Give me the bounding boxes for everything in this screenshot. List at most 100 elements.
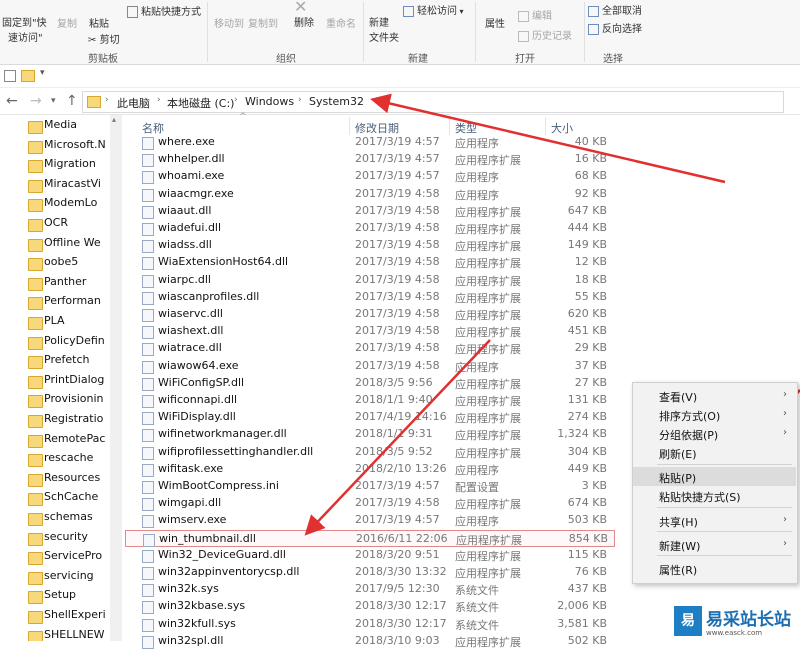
file-name: wificonnapi.dll xyxy=(158,393,238,406)
file-row[interactable]: WiFiDisplay.dll 2017/4/19 14:16 应用程序扩展 274 … xyxy=(125,409,615,426)
file-row[interactable]: WiFiConfigSP.dll 2018/3/5 9:56 应用程序扩展 27 KB xyxy=(125,375,615,392)
folder-icon[interactable] xyxy=(21,70,35,82)
move-to-button[interactable]: 移动到 xyxy=(214,15,244,30)
file-row[interactable]: wiaaut.dll 2017/3/19 4:58 应用程序扩展 647 KB xyxy=(125,203,615,220)
file-size: 1,324 KB xyxy=(557,427,607,441)
file-row[interactable]: wifiprofilessettinghandler.dll 2018/3/5 9… xyxy=(125,444,615,461)
file-type: 应用程序扩展 xyxy=(455,154,521,168)
menu-item-refresh[interactable]: 刷新(E) xyxy=(659,446,697,462)
file-row[interactable]: win32spl.dll 2018/3/10 9:03 应用程序扩展 502 KB xyxy=(125,633,615,650)
file-row[interactable]: wiadss.dll 2017/3/19 4:58 应用程序扩展 149 KB xyxy=(125,237,615,254)
file-icon xyxy=(142,274,154,288)
file-row[interactable]: Win32_DeviceGuard.dll 2018/3/20 9:51 应用程序扩… xyxy=(125,547,615,564)
scroll-up-icon[interactable]: ▴ xyxy=(112,115,116,124)
address-box[interactable]: › 此电脑 › 本地磁盘 (C:) › Windows › System32 xyxy=(82,91,784,113)
copy-to-button[interactable]: 复制到 xyxy=(248,15,278,30)
select-all-button[interactable]: 全部取消 xyxy=(588,2,642,17)
file-row[interactable]: win32appinventorycsp.dll 2018/3/30 13:32 应… xyxy=(125,564,615,581)
menu-item-paste[interactable]: 粘贴(P) xyxy=(633,467,796,486)
chevron-down-icon[interactable]: ▾ xyxy=(40,68,45,78)
folder-icon xyxy=(28,356,43,370)
file-icon xyxy=(142,481,154,494)
menu-item-properties[interactable]: 属性(R) xyxy=(659,562,697,578)
folder-icon xyxy=(28,493,43,507)
watermark-logo: 易 xyxy=(674,606,702,636)
chevron-down-icon[interactable]: ▾ xyxy=(51,96,56,106)
file-row[interactable]: wifitask.exe 2018/2/10 13:26 应用程序 449 KB xyxy=(125,461,615,478)
file-row[interactable]: wiaservc.dll 2017/3/19 4:58 应用程序扩展 620 KB xyxy=(125,306,615,323)
file-date: 2017/3/19 4:58 xyxy=(355,341,440,355)
chevron-right-icon: › xyxy=(783,408,787,419)
file-type: 应用程序扩展 xyxy=(455,635,521,649)
file-row[interactable]: wiatrace.dll 2017/3/19 4:58 应用程序扩展 29 KB xyxy=(125,340,615,357)
menu-item-new[interactable]: 新建(W) xyxy=(659,538,700,554)
file-row[interactable]: wiaacmgr.exe 2017/3/19 4:58 应用程序 92 KB xyxy=(125,186,615,203)
folder-icon xyxy=(28,140,43,154)
paste-shortcut-button[interactable]: 粘贴快捷方式 xyxy=(127,3,201,18)
file-row[interactable]: wiawow64.exe 2017/3/19 4:58 应用程序 37 KB xyxy=(125,358,615,375)
file-row[interactable]: wiascanprofiles.dll 2017/3/19 4:58 应用程序扩展 5… xyxy=(125,289,615,306)
paste-button[interactable]: 粘贴 xyxy=(89,15,109,30)
cut-button[interactable]: ✂ 剪切 xyxy=(88,31,120,46)
pin-quick-access-button[interactable]: 固定到"快 速访问" xyxy=(2,14,47,44)
checkbox-icon[interactable] xyxy=(4,70,16,82)
breadcrumb-system32[interactable]: System32 xyxy=(309,95,364,108)
divider xyxy=(545,117,546,135)
file-row[interactable]: WimBootCompress.ini 2017/3/19 4:57 配置设置 3 K… xyxy=(125,478,615,495)
folder-icon xyxy=(28,219,43,232)
file-row[interactable]: wiadefui.dll 2017/3/19 4:58 应用程序扩展 444 KB xyxy=(125,220,615,237)
file-row[interactable]: win32kbase.sys 2018/3/30 12:17 系统文件 2,006 K… xyxy=(125,598,615,615)
file-type: 配置设置 xyxy=(455,481,499,494)
file-row[interactable]: WiaExtensionHost64.dll 2017/3/19 4:58 应用程序… xyxy=(125,254,615,271)
file-row[interactable]: wifinetworkmanager.dll 2018/1/1 9:31 应用程序扩… xyxy=(125,426,615,443)
invert-selection-button[interactable]: 反向选择 xyxy=(588,20,642,35)
file-row[interactable]: win32kfull.sys 2018/3/30 12:17 系统文件 3,581 K… xyxy=(125,616,615,633)
menu-item-paste-shortcut[interactable]: 粘贴快捷方式(S) xyxy=(659,489,741,505)
divider xyxy=(475,2,476,62)
folder-icon xyxy=(28,552,43,566)
file-row[interactable]: wimgapi.dll 2017/3/19 4:58 应用程序扩展 674 KB xyxy=(125,495,615,512)
copy-button[interactable]: 复制 xyxy=(57,15,77,30)
divider xyxy=(657,464,792,465)
file-type: 应用程序 xyxy=(455,463,499,477)
breadcrumb-windows[interactable]: Windows xyxy=(245,95,294,108)
file-row[interactable]: where.exe 2017/3/19 4:57 应用程序 40 KB xyxy=(125,134,615,151)
menu-item-group[interactable]: 分组依据(P) xyxy=(659,427,718,443)
file-row[interactable]: win32k.sys 2017/9/5 12:30 系统文件 437 KB xyxy=(125,581,615,598)
rename-button[interactable]: 重命名 xyxy=(326,15,356,30)
history-button[interactable]: 历史记录 xyxy=(518,27,572,42)
menu-item-sort[interactable]: 排序方式(O) xyxy=(659,408,720,424)
menu-item-view[interactable]: 查看(V) xyxy=(659,389,697,405)
file-date: 2017/3/19 4:58 xyxy=(355,255,440,269)
new-folder-button[interactable]: 新建 文件夹 xyxy=(369,14,399,44)
divider xyxy=(657,555,792,556)
file-size: 854 KB xyxy=(568,531,608,545)
easy-access-button[interactable]: 轻松访问 ▾ xyxy=(403,2,464,17)
forward-arrow-icon[interactable]: → xyxy=(30,93,42,109)
back-arrow-icon[interactable]: ← xyxy=(6,93,18,109)
properties-button[interactable]: 属性 xyxy=(485,15,505,30)
file-row[interactable]: win_thumbnail.dll 2016/6/11 22:06 应用程序扩展 85… xyxy=(125,529,615,547)
file-row[interactable]: wimserv.exe 2017/3/19 4:57 应用程序 503 KB xyxy=(125,512,615,529)
up-arrow-icon[interactable]: ↑ xyxy=(66,93,78,109)
file-row[interactable]: wificonnapi.dll 2018/1/1 9:40 应用程序扩展 131 KB xyxy=(125,392,615,409)
file-row[interactable]: wiashext.dll 2017/3/19 4:58 应用程序扩展 451 KB xyxy=(125,323,615,340)
folder-icon xyxy=(87,96,101,108)
file-icon xyxy=(142,395,154,408)
file-type: 应用程序 xyxy=(455,188,499,202)
file-row[interactable]: wiarpc.dll 2017/3/19 4:58 应用程序扩展 18 KB xyxy=(125,272,615,289)
file-date: 2017/4/19 14:16 xyxy=(355,410,447,424)
file-row[interactable]: whhelper.dll 2017/3/19 4:57 应用程序扩展 16 KB xyxy=(125,151,615,168)
edit-button[interactable]: 编辑 xyxy=(518,7,552,22)
file-name: Win32_DeviceGuard.dll xyxy=(158,547,286,561)
file-row[interactable]: whoami.exe 2017/3/19 4:57 应用程序 68 KB xyxy=(125,168,615,185)
breadcrumb-local-disk[interactable]: 本地磁盘 (C:) xyxy=(167,95,234,111)
breadcrumb-this-pc[interactable]: 此电脑 xyxy=(117,95,150,111)
menu-item-share[interactable]: 共享(H) xyxy=(659,514,698,530)
folder-icon xyxy=(28,395,43,409)
delete-button[interactable]: ✕ 删除 xyxy=(294,0,314,29)
file-type: 应用程序扩展 xyxy=(455,395,521,408)
file-icon xyxy=(142,584,154,598)
file-date: 2017/3/19 4:58 xyxy=(355,238,440,252)
nav-scrollbar[interactable]: ▴ xyxy=(110,115,122,641)
